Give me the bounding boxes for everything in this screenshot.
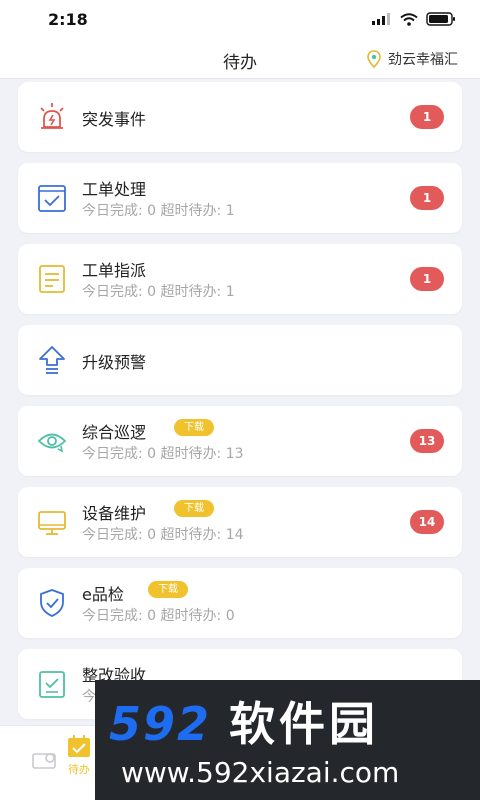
count-badge: 1 xyxy=(410,186,444,210)
todo-item-patrol[interactable]: 综合巡逻 下载 今日完成: 0 超时待办: 13 13 xyxy=(18,406,462,476)
document-list-icon xyxy=(39,265,65,293)
status-time: 2:18 xyxy=(48,10,88,29)
clipboard-check-icon xyxy=(39,671,65,698)
patrol-eye-icon xyxy=(37,433,67,453)
watermark-url: www.592xiazai.com xyxy=(121,756,400,789)
todo-item-assign[interactable]: 工单指派 今日完成: 0 超时待办: 1 1 xyxy=(18,244,462,314)
shield-check-icon xyxy=(40,589,64,617)
header: 待办 劲云幸福汇 xyxy=(0,40,480,79)
location-name: 劲云幸福汇 xyxy=(388,52,458,68)
todo-item-title: e品检 xyxy=(82,585,124,604)
tab-home[interactable] xyxy=(30,748,58,773)
download-tag[interactable]: 下载 xyxy=(174,419,214,436)
watermark-banner: 592 软件园 www.592xiazai.com xyxy=(95,680,480,800)
todo-item-title: 设备维护 xyxy=(82,504,147,523)
todo-item-stats: 今日完成: 0 超时待办: 14 xyxy=(82,527,244,543)
monitor-icon xyxy=(38,511,66,535)
checked-box-icon xyxy=(38,185,66,212)
wifi-icon xyxy=(400,12,418,26)
tab-todo[interactable]: 待办 xyxy=(66,734,92,777)
count-badge: 1 xyxy=(410,105,444,129)
watermark-brand: 592 软件园 xyxy=(109,688,379,754)
count-badge: 1 xyxy=(410,267,444,291)
download-tag[interactable]: 下载 xyxy=(174,500,214,517)
location-selector[interactable]: 劲云幸福汇 xyxy=(366,49,458,69)
todo-item-title: 工单处理 xyxy=(82,180,147,199)
watermark-digits: 592 xyxy=(109,697,212,751)
alarm-light-icon xyxy=(40,103,64,129)
tab-label: 待办 xyxy=(68,763,90,776)
todo-item-title: 综合巡逻 xyxy=(82,423,147,442)
signal-icon xyxy=(372,13,390,25)
count-badge: 13 xyxy=(410,429,444,453)
battery-icon xyxy=(426,12,455,26)
location-pin-icon xyxy=(367,50,381,68)
todo-item-title: 升级预警 xyxy=(82,353,147,372)
calendar-check-icon xyxy=(68,735,90,757)
todo-item-work-order[interactable]: 工单处理 今日完成: 0 超时待办: 1 1 xyxy=(18,163,462,233)
status-icons xyxy=(372,12,456,26)
todo-item-stats: 今日完成: 0 超时待办: 0 xyxy=(82,608,235,624)
todo-item-stats: 今日完成: 0 超时待办: 1 xyxy=(82,284,235,300)
download-tag[interactable]: 下载 xyxy=(148,581,188,598)
status-bar: 2:18 xyxy=(0,0,480,40)
count-badge: 14 xyxy=(410,510,444,534)
upgrade-arrow-icon xyxy=(39,346,65,374)
todo-item-quality-check[interactable]: e品检 下载 今日完成: 0 超时待办: 0 xyxy=(18,568,462,638)
todo-item-emergency[interactable]: 突发事件 1 xyxy=(18,82,462,152)
todo-item-title: 突发事件 xyxy=(82,110,147,129)
todo-item-stats: 今 xyxy=(82,689,96,705)
todo-item-escalation[interactable]: 升级预警 xyxy=(18,325,462,395)
home-icon xyxy=(32,753,56,769)
todo-item-stats: 今日完成: 0 超时待办: 1 xyxy=(82,203,235,219)
watermark-brand-cn: 软件园 xyxy=(229,697,380,751)
todo-item-maintenance[interactable]: 设备维护 下载 今日完成: 0 超时待办: 14 14 xyxy=(18,487,462,557)
todo-item-stats: 今日完成: 0 超时待办: 13 xyxy=(82,446,244,462)
todo-item-title: 工单指派 xyxy=(82,261,147,280)
